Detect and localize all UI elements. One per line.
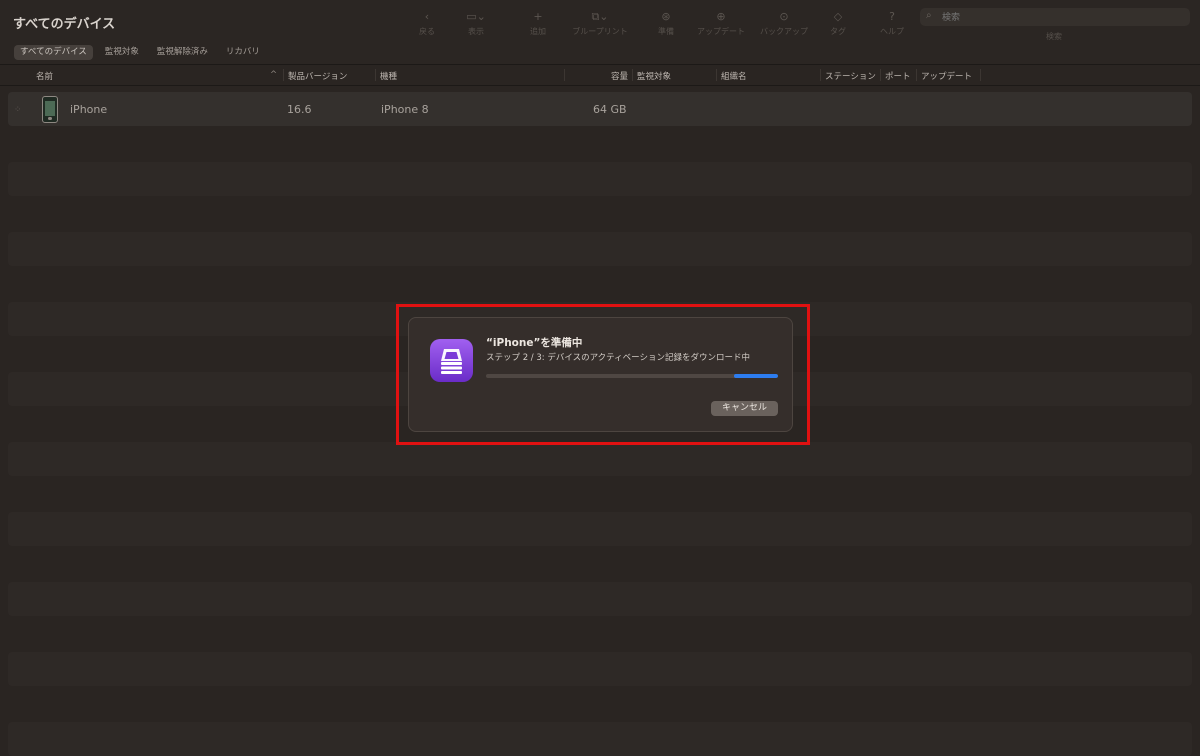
- prepare-progress-dialog: “iPhone”を準備中 ステップ 2 / 3: デバイスのアクティベーション記…: [408, 317, 793, 432]
- column-divider: [820, 69, 821, 81]
- progress-bar: [486, 374, 778, 378]
- configurator-window: すべてのデバイス すべてのデバイス 監視対象 監視解除済み リカバリ ‹ 戻る …: [0, 0, 1200, 756]
- column-divider: [980, 69, 981, 81]
- device-model: iPhone 8: [381, 103, 429, 116]
- toolbar: すべてのデバイス すべてのデバイス 監視対象 監視解除済み リカバリ ‹ 戻る …: [0, 0, 1200, 65]
- update-button[interactable]: ⊕ アップデート: [694, 8, 748, 42]
- search-input[interactable]: [940, 9, 1184, 27]
- dialog-title: “iPhone”を準備中: [486, 337, 583, 349]
- column-divider: [880, 69, 881, 81]
- empty-row: [8, 232, 1192, 266]
- column-capacity[interactable]: 容量: [611, 70, 628, 82]
- filter-recovery[interactable]: リカバリ: [220, 45, 266, 60]
- configurator-app-icon: [430, 339, 473, 382]
- search-field[interactable]: ⌕: [920, 8, 1190, 27]
- tag-button[interactable]: ◇ タグ: [826, 8, 850, 42]
- column-supervised[interactable]: 監視対象: [637, 70, 671, 82]
- column-header: 名前 ^ 製品バージョン 機種 容量 監視対象 組織名 ステーション ポート ア…: [0, 65, 1200, 86]
- column-divider: [632, 69, 633, 81]
- empty-row: [8, 582, 1192, 616]
- column-port[interactable]: ポート: [885, 70, 911, 82]
- column-divider: [283, 69, 284, 81]
- filter-supervised[interactable]: 監視対象: [99, 45, 145, 60]
- empty-row: [8, 162, 1192, 196]
- view-button[interactable]: ▭⌄ 表示: [458, 8, 494, 42]
- search-icon: ⌕: [926, 10, 932, 21]
- prepare-button[interactable]: ⊛ 準備: [652, 8, 680, 42]
- activity-spinner-icon: ⁘: [14, 105, 22, 115]
- empty-row: [8, 442, 1192, 476]
- view-options-icon: ▭⌄: [466, 10, 486, 23]
- help-button[interactable]: ? ヘルプ: [876, 8, 908, 42]
- filter-all-devices[interactable]: すべてのデバイス: [14, 45, 93, 60]
- column-divider: [916, 69, 917, 81]
- chevron-left-icon: ‹: [424, 10, 430, 23]
- column-divider: [564, 69, 565, 81]
- backup-button[interactable]: ⊙ バックアップ: [756, 8, 812, 42]
- backup-icon: ⊙: [779, 10, 789, 23]
- device-version: 16.6: [287, 103, 312, 116]
- device-capacity: 64 GB: [593, 103, 627, 116]
- empty-row: [8, 512, 1192, 546]
- iphone-icon: [42, 96, 58, 123]
- column-station[interactable]: ステーション: [825, 70, 876, 82]
- column-divider: [375, 69, 376, 81]
- column-divider: [716, 69, 717, 81]
- sort-ascending-icon[interactable]: ^: [270, 70, 277, 80]
- blueprint-icon: ⧉⌄: [591, 10, 609, 23]
- help-icon: ?: [889, 10, 895, 23]
- column-update[interactable]: アップデート: [921, 70, 972, 82]
- column-model[interactable]: 機種: [380, 70, 397, 82]
- device-name: iPhone: [70, 103, 108, 116]
- column-name[interactable]: 名前: [36, 70, 53, 82]
- filter-unsupervised[interactable]: 監視解除済み: [151, 45, 214, 60]
- add-button[interactable]: + 追加: [524, 8, 552, 42]
- empty-row: [8, 722, 1192, 756]
- update-arrow-icon: ⊕: [716, 10, 726, 23]
- empty-row: [8, 652, 1192, 686]
- filter-bar: すべてのデバイス 監視対象 監視解除済み リカバリ: [14, 45, 272, 60]
- dialog-step-text: ステップ 2 / 3: デバイスのアクティベーション記録をダウンロード中: [486, 353, 750, 363]
- column-org[interactable]: 組織名: [721, 70, 747, 82]
- column-version[interactable]: 製品バージョン: [288, 70, 347, 82]
- tag-icon: ◇: [833, 10, 843, 23]
- search-caption: 検索: [1046, 32, 1062, 41]
- table-row[interactable]: ⁘ iPhone 16.6 iPhone 8 64 GB: [8, 92, 1192, 126]
- prepare-gear-icon: ⊛: [661, 10, 671, 23]
- plus-icon: +: [533, 10, 543, 23]
- progress-fill: [734, 374, 778, 378]
- cancel-button[interactable]: キャンセル: [711, 401, 778, 416]
- back-button[interactable]: ‹ 戻る: [414, 8, 440, 42]
- blueprint-button[interactable]: ⧉⌄ ブループリント: [568, 8, 632, 42]
